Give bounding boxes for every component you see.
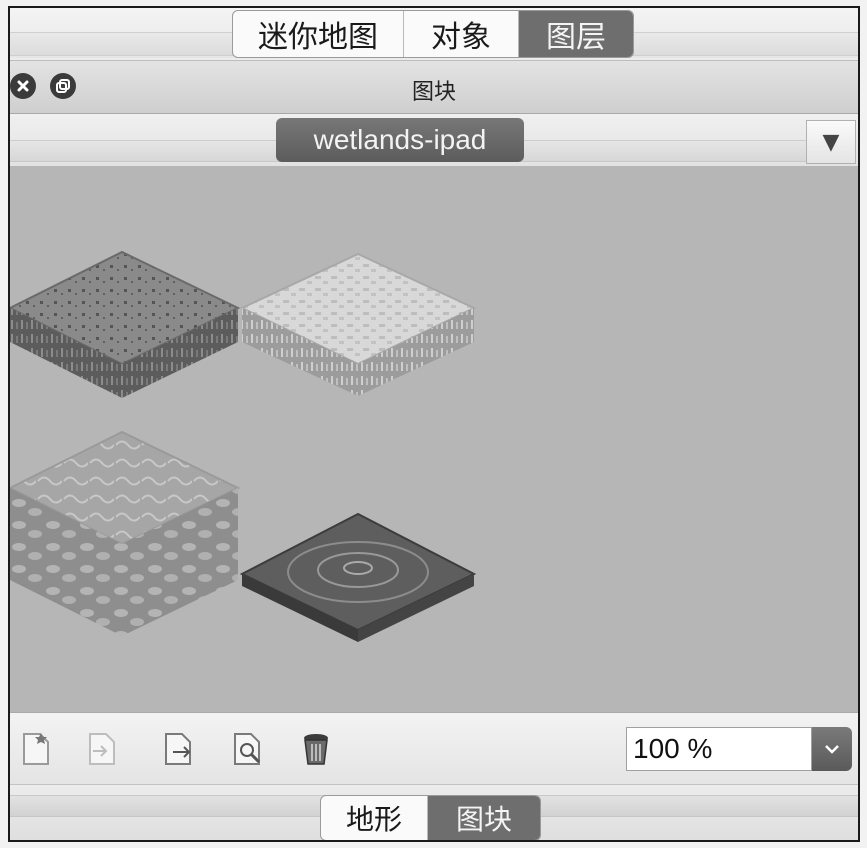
tile-water-slab[interactable] xyxy=(239,512,477,642)
new-tileset-icon[interactable] xyxy=(16,727,56,771)
tile-stone-cube[interactable] xyxy=(10,430,241,636)
tab-minimap[interactable]: 迷你地图 xyxy=(233,11,404,57)
tab-wetlands-ipad[interactable]: wetlands-ipad xyxy=(276,118,524,162)
tab-objects[interactable]: 对象 xyxy=(404,11,519,57)
tile-dirt[interactable] xyxy=(10,250,241,398)
delete-tileset-icon[interactable] xyxy=(296,727,336,771)
tileset-tab-bar: wetlands-ipad ▼ xyxy=(10,114,858,167)
dock-tabs: 迷你地图 对象 图层 xyxy=(232,10,634,58)
export-tileset-icon[interactable] xyxy=(158,727,198,771)
tileset-toolbar: 100 % xyxy=(10,712,858,785)
top-tab-strip: 迷你地图 对象 图层 xyxy=(10,8,858,58)
tileset-panel-window: 迷你地图 对象 图层 图块 wetlands-ipad ▼ 100 % 地形 图… xyxy=(8,6,860,842)
panel-title: 图块 xyxy=(411,80,456,105)
tab-layers[interactable]: 图层 xyxy=(519,11,633,57)
tileset-list-button[interactable]: ▼ xyxy=(806,120,856,164)
edit-tileset-icon[interactable] xyxy=(228,727,268,771)
zoom-combobox[interactable]: 100 % xyxy=(626,727,812,771)
tile-sand[interactable] xyxy=(239,252,477,396)
tab-tiles[interactable]: 图块 xyxy=(428,796,540,840)
bottom-dock-tabs: 地形 图块 xyxy=(320,795,541,840)
panel-title-bar: 图块 xyxy=(10,60,858,114)
tileset-canvas[interactable] xyxy=(10,166,858,712)
tiles-view xyxy=(10,250,477,642)
chevron-down-icon[interactable] xyxy=(812,727,852,771)
tab-terrain[interactable]: 地形 xyxy=(321,796,428,840)
bottom-tab-strip: 地形 图块 xyxy=(10,784,858,840)
import-tileset-icon[interactable] xyxy=(82,727,122,771)
